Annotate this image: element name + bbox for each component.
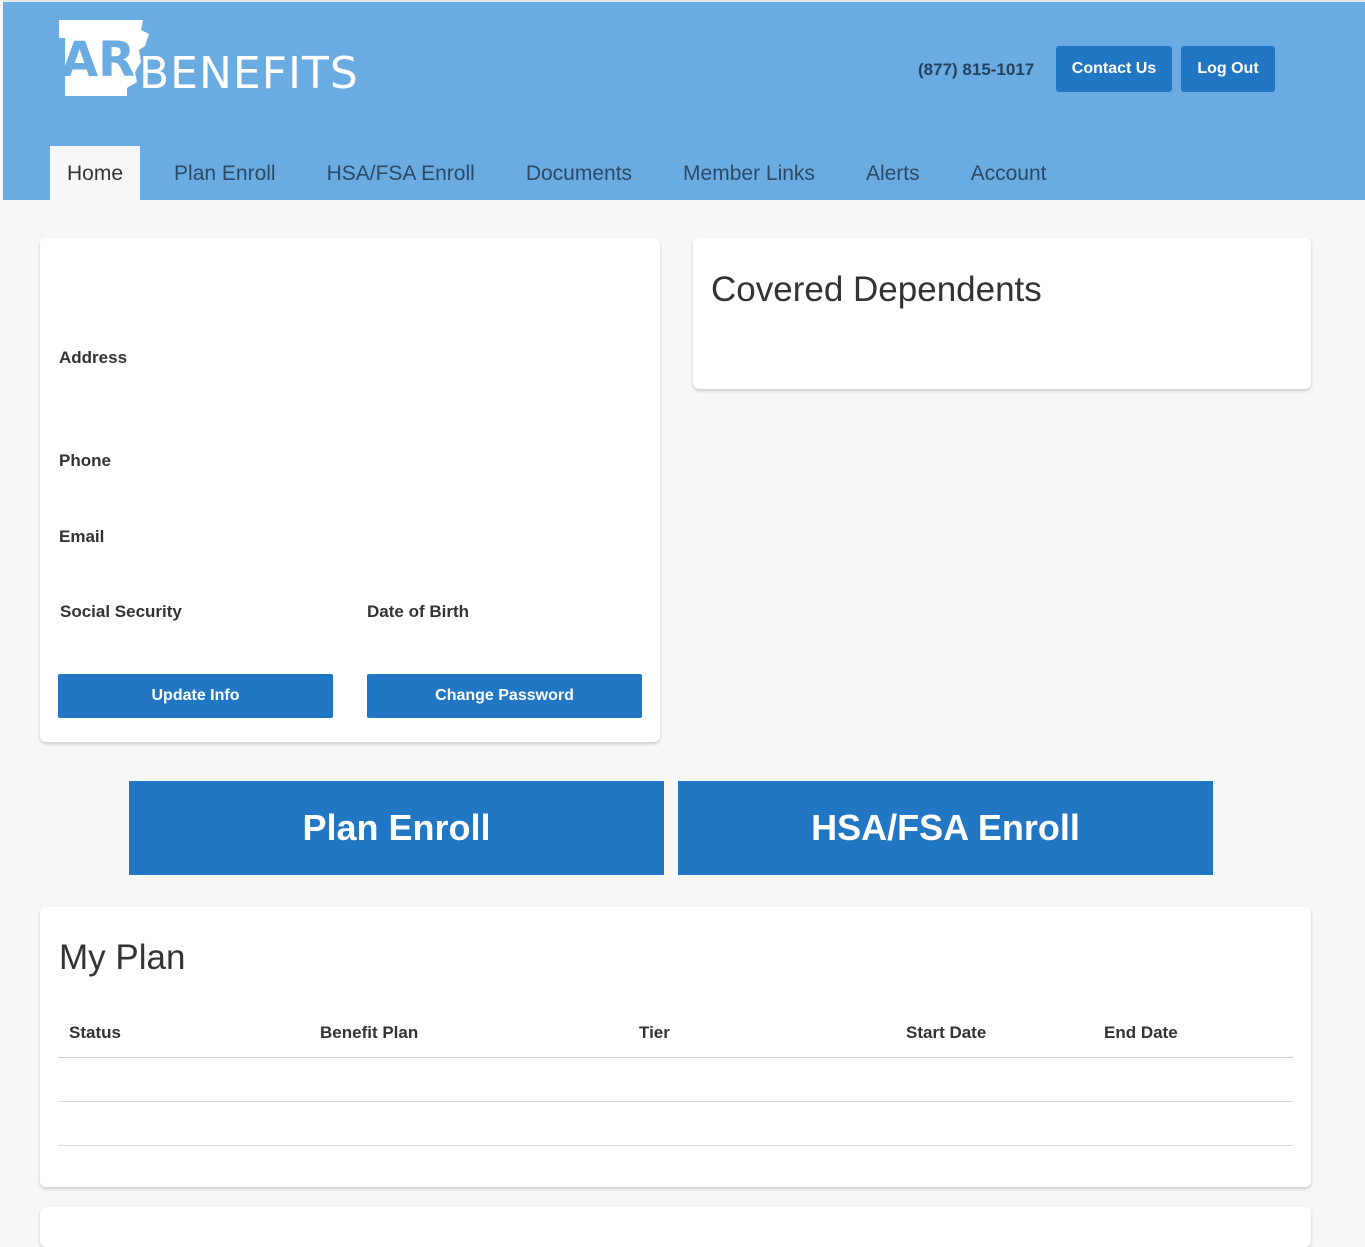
email-label: Email [59,527,105,546]
plan-enroll-button[interactable]: Plan Enroll [129,781,664,875]
ar-benefits-logo[interactable]: AR BENEFITS [55,16,375,100]
column-header-tier: Tier [639,1023,670,1042]
nav-member-links[interactable]: Member Links [666,146,832,202]
next-card [40,1207,1311,1247]
contact-us-button[interactable]: Contact Us [1056,46,1172,92]
site-header: AR BENEFITS (877) 815-1017 Contact Us Lo… [3,0,1365,202]
nav-alerts[interactable]: Alerts [849,146,937,202]
main-nav: Home Plan Enroll HSA/FSA Enroll Document… [50,146,1081,202]
address-label: Address [59,348,128,367]
column-header-benefit-plan: Benefit Plan [320,1023,419,1042]
table-row [58,1101,1293,1102]
column-header-start-date: Start Date [906,1023,987,1042]
my-plan-title: My Plan [59,938,186,977]
nav-hsa-fsa-enroll[interactable]: HSA/FSA Enroll [310,146,492,202]
support-phone: (877) 815-1017 [918,60,1035,79]
nav-account[interactable]: Account [954,146,1064,202]
column-header-end-date: End Date [1104,1023,1178,1042]
svg-text:AR: AR [61,32,135,88]
hsa-fsa-enroll-button[interactable]: HSA/FSA Enroll [678,781,1213,875]
nav-documents[interactable]: Documents [509,146,649,202]
social-security-label: Social Security [60,602,182,621]
profile-card [40,238,660,742]
table-header-divider [58,1057,1293,1058]
date-of-birth-label: Date of Birth [367,602,469,621]
phone-label: Phone [59,451,111,470]
log-out-button[interactable]: Log Out [1181,46,1275,92]
nav-home[interactable]: Home [50,146,141,202]
update-info-button[interactable]: Update Info [58,674,333,718]
logo-wordmark: BENEFITS [139,48,359,99]
covered-dependents-card [693,238,1311,389]
covered-dependents-title: Covered Dependents [711,270,1042,309]
column-header-status: Status [69,1023,121,1042]
nav-plan-enroll[interactable]: Plan Enroll [157,146,293,202]
change-password-button[interactable]: Change Password [367,674,642,718]
table-row [58,1145,1293,1146]
